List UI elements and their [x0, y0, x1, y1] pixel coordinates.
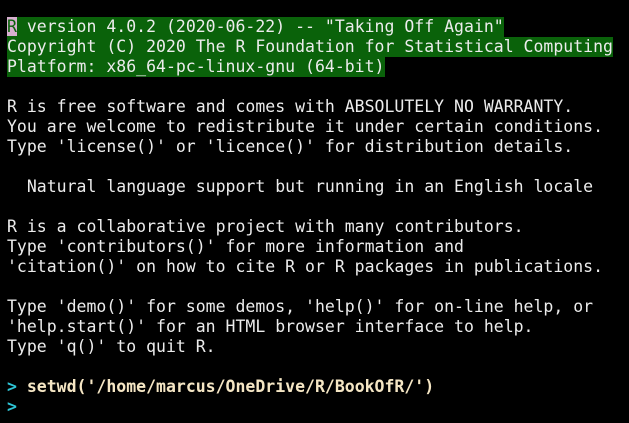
collab-line: Type 'contributors()' for more informati…	[7, 237, 464, 256]
warranty-line: R is free software and comes with ABSOLU…	[7, 97, 574, 116]
selection-cursor: R	[7, 17, 17, 36]
banner-line: Platform: x86_64-pc-linux-gnu (64-bit)	[7, 57, 385, 77]
r-console[interactable]: R version 4.0.2 (2020-06-22) -- "Taking …	[7, 17, 613, 417]
input-line[interactable]: >	[7, 397, 613, 417]
collab-line: R is a collaborative project with many c…	[7, 217, 524, 236]
command-line: > setwd('/home/marcus/OneDrive/R/BookOfR…	[7, 377, 613, 397]
warranty-line: You are welcome to redistribute it under…	[7, 117, 604, 136]
prompt-symbol: >	[7, 377, 17, 396]
collab-line: 'citation()' on how to cite R or R packa…	[7, 257, 604, 276]
banner-line: R version 4.0.2 (2020-06-22) -- "Taking …	[7, 17, 504, 37]
help-line: 'help.start()' for an HTML browser inter…	[7, 317, 534, 336]
locale-note: Natural language support but running in …	[7, 177, 594, 196]
help-line: Type 'q()' to quit R.	[7, 337, 216, 356]
prompt-symbol: >	[7, 397, 17, 416]
command-text: setwd('/home/marcus/OneDrive/R/BookOfR/'…	[26, 377, 435, 396]
banner-line: Copyright (C) 2020 The R Foundation for …	[7, 37, 613, 57]
warranty-line: Type 'license()' or 'licence()' for dist…	[7, 137, 574, 156]
help-line: Type 'demo()' for some demos, 'help()' f…	[7, 297, 594, 316]
